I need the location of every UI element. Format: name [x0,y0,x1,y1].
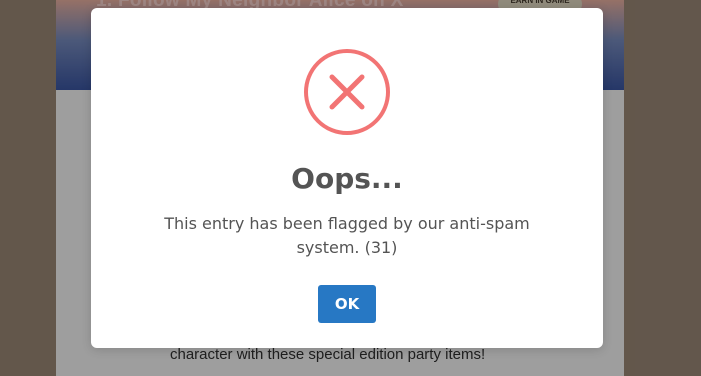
dialog-message: This entry has been flagged by our anti-… [164,214,530,257]
error-x-circle-icon [304,49,390,135]
error-dialog: Oops... This entry has been flagged by o… [91,8,603,348]
dialog-title: Oops... [291,162,403,195]
page-stage: 1. Follow My Neighbor Alice on X EARN IN… [0,0,701,376]
ok-button[interactable]: OK [318,285,376,323]
